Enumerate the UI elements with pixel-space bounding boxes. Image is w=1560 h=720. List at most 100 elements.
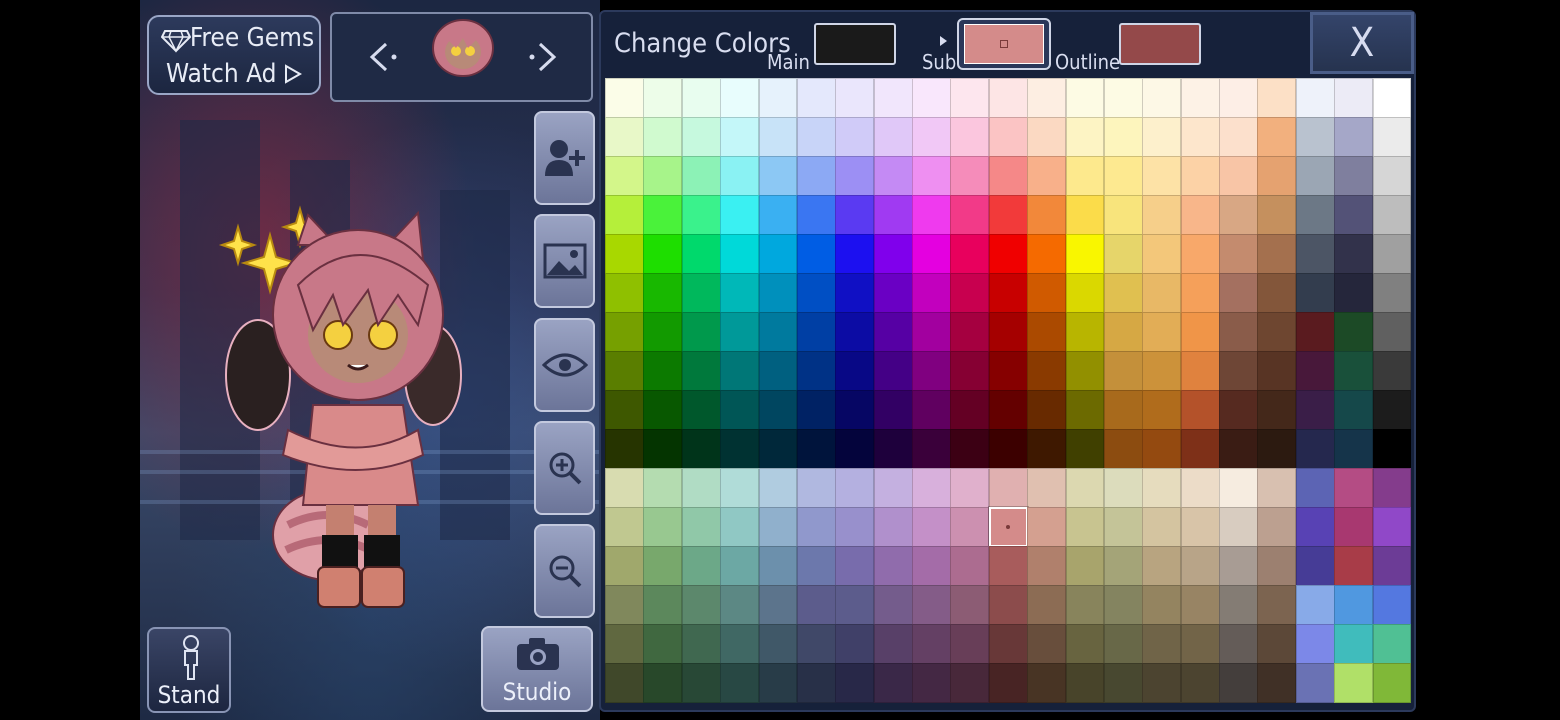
color-cell[interactable] [1257, 429, 1297, 469]
color-cell[interactable] [1372, 429, 1412, 469]
color-cell[interactable] [835, 663, 875, 703]
color-cell[interactable] [1257, 663, 1297, 703]
color-cell[interactable] [1065, 351, 1105, 391]
color-cell[interactable] [1180, 390, 1220, 430]
color-cell[interactable] [1219, 390, 1258, 430]
color-cell[interactable] [873, 156, 913, 196]
color-cell[interactable] [605, 663, 644, 703]
color-cell[interactable] [643, 195, 683, 235]
color-cell[interactable] [835, 507, 875, 547]
color-cell[interactable] [1180, 624, 1220, 664]
color-cell[interactable] [1027, 390, 1067, 430]
color-cell[interactable] [720, 429, 760, 469]
color-cell[interactable] [1257, 312, 1297, 352]
color-cell[interactable] [758, 234, 798, 274]
color-cell[interactable] [720, 351, 760, 391]
main-color-swatch[interactable] [814, 23, 896, 65]
color-cell[interactable] [835, 234, 875, 274]
color-cell[interactable] [1180, 234, 1220, 274]
color-cell[interactable] [1295, 663, 1335, 703]
color-cell[interactable] [912, 585, 951, 625]
color-cell[interactable] [1295, 507, 1335, 547]
color-cell[interactable] [1219, 156, 1258, 196]
color-cell[interactable] [1103, 663, 1143, 703]
color-cell[interactable] [988, 195, 1028, 235]
color-cell[interactable] [643, 468, 683, 508]
color-cell[interactable] [1103, 195, 1143, 235]
color-cell[interactable] [1027, 117, 1067, 157]
color-cell[interactable] [1180, 195, 1220, 235]
color-cell[interactable] [605, 312, 644, 352]
color-cell[interactable] [873, 585, 913, 625]
color-cell[interactable] [720, 195, 760, 235]
color-cell[interactable] [1027, 195, 1067, 235]
color-cell[interactable] [796, 624, 836, 664]
color-cell[interactable] [912, 273, 951, 313]
color-cell[interactable] [1334, 234, 1374, 274]
color-cell[interactable] [1257, 585, 1297, 625]
color-cell[interactable] [950, 390, 990, 430]
color-cell[interactable] [1372, 624, 1412, 664]
color-cell[interactable] [643, 273, 683, 313]
color-cell[interactable] [1180, 312, 1220, 352]
background-button[interactable] [534, 214, 595, 308]
color-cell[interactable] [681, 468, 721, 508]
color-cell[interactable] [1180, 663, 1220, 703]
color-cell[interactable] [720, 663, 760, 703]
color-cell[interactable] [1103, 507, 1143, 547]
color-cell[interactable] [950, 78, 990, 118]
color-cell[interactable] [1027, 546, 1067, 586]
color-cell[interactable] [758, 429, 798, 469]
color-cell[interactable] [758, 156, 798, 196]
color-cell[interactable] [835, 624, 875, 664]
color-cell[interactable] [912, 663, 951, 703]
color-cell[interactable] [912, 624, 951, 664]
color-cell[interactable] [1027, 312, 1067, 352]
color-cell[interactable] [1219, 429, 1258, 469]
color-cell[interactable] [758, 585, 798, 625]
color-cell[interactable] [950, 507, 990, 547]
color-cell[interactable] [720, 468, 760, 508]
color-cell[interactable] [796, 546, 836, 586]
color-cell[interactable] [1334, 390, 1374, 430]
color-cell[interactable] [1027, 429, 1067, 469]
color-cell[interactable] [1219, 351, 1258, 391]
color-cell[interactable] [1142, 195, 1182, 235]
color-cell[interactable] [1295, 273, 1335, 313]
color-cell[interactable] [1103, 429, 1143, 469]
color-cell[interactable] [1142, 624, 1182, 664]
color-cell[interactable] [1334, 78, 1374, 118]
color-cell[interactable] [835, 390, 875, 430]
color-cell[interactable] [605, 273, 644, 313]
color-cell[interactable] [796, 273, 836, 313]
color-cell[interactable] [643, 117, 683, 157]
color-cell[interactable] [1027, 156, 1067, 196]
color-cell[interactable] [950, 624, 990, 664]
color-cell[interactable] [950, 273, 990, 313]
color-cell[interactable] [1219, 585, 1258, 625]
color-cell[interactable] [950, 234, 990, 274]
color-cell[interactable] [1257, 624, 1297, 664]
color-cell[interactable] [835, 468, 875, 508]
color-cell[interactable] [988, 312, 1028, 352]
color-cell[interactable] [988, 273, 1028, 313]
color-cell[interactable] [873, 234, 913, 274]
color-cell[interactable] [1257, 468, 1297, 508]
color-cell[interactable] [1065, 546, 1105, 586]
color-cell[interactable] [1027, 663, 1067, 703]
color-cell[interactable] [796, 156, 836, 196]
color-cell[interactable] [912, 390, 951, 430]
color-cell[interactable] [1219, 663, 1258, 703]
color-cell[interactable] [1334, 351, 1374, 391]
color-cell[interactable] [1372, 78, 1412, 118]
color-cell[interactable] [1103, 390, 1143, 430]
color-cell[interactable] [988, 234, 1028, 274]
color-cell[interactable] [605, 156, 644, 196]
color-cell[interactable] [988, 390, 1028, 430]
color-cell[interactable] [1219, 78, 1258, 118]
color-cell[interactable] [758, 507, 798, 547]
color-cell[interactable] [1257, 117, 1297, 157]
color-cell[interactable] [912, 78, 951, 118]
color-cell[interactable] [1295, 624, 1335, 664]
color-cell[interactable] [720, 546, 760, 586]
